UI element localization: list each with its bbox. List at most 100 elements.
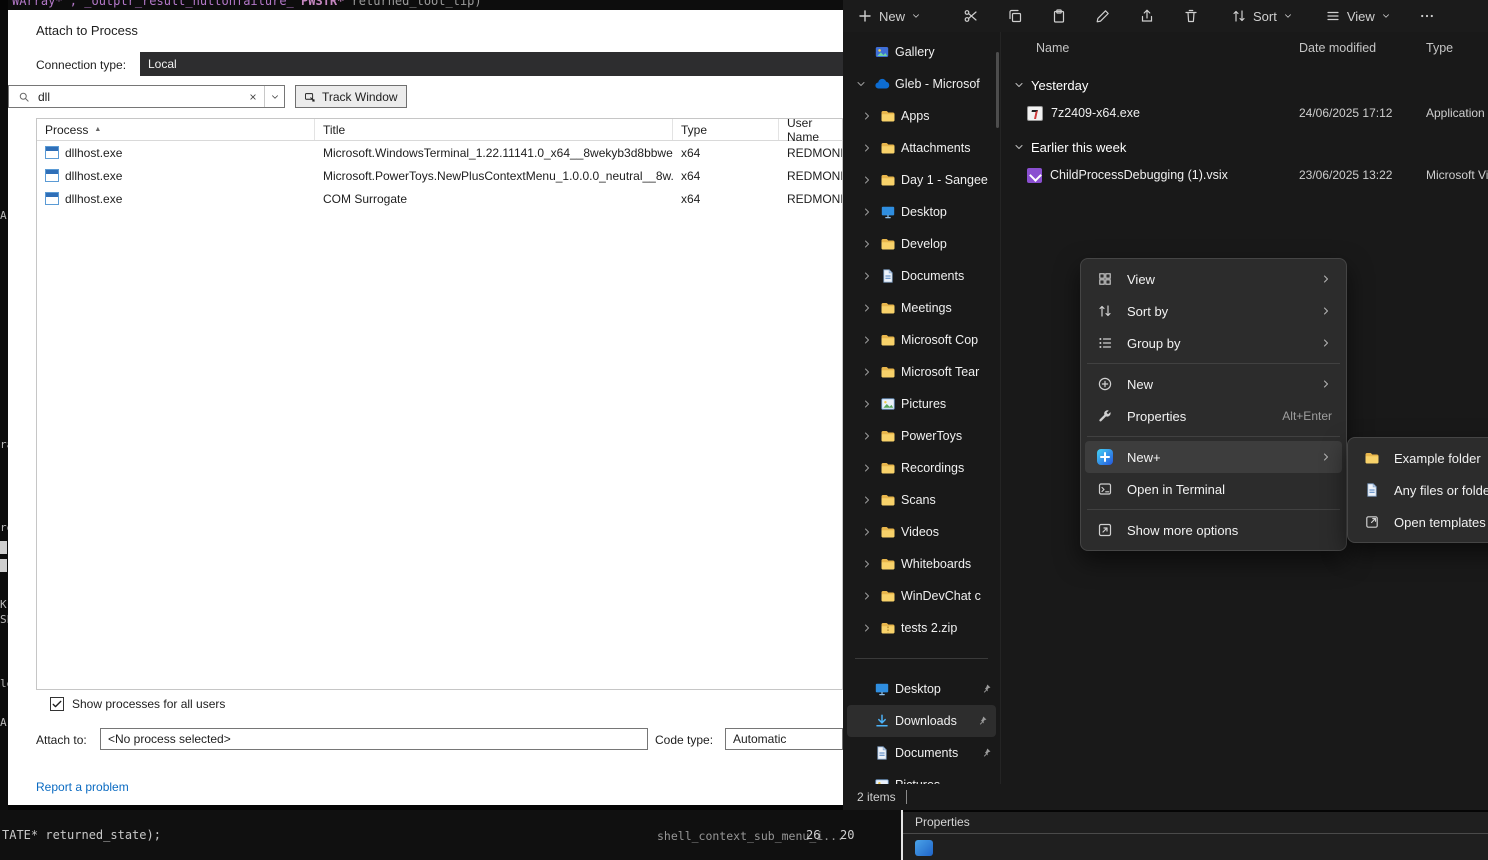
sidebar-item-desktop[interactable]: Desktop [843, 196, 1000, 228]
sidebar-item-recordings[interactable]: Recordings [843, 452, 1000, 484]
context-menu-item-properties[interactable]: Properties Alt+Enter [1085, 400, 1342, 432]
column-header-user-name[interactable]: User Name [779, 119, 842, 140]
chevron-right-icon[interactable] [861, 398, 875, 410]
code-fragment: ra [0, 438, 8, 451]
chevron-right-icon[interactable] [861, 206, 875, 218]
chevron-right-icon[interactable] [861, 142, 875, 154]
view-button[interactable]: View [1325, 8, 1391, 24]
sidebar-item-attachments[interactable]: Attachments [843, 132, 1000, 164]
chevron-right-icon[interactable] [861, 430, 875, 442]
column-header-process[interactable]: Process ▲ [37, 119, 315, 140]
chevron-right-icon[interactable] [861, 494, 875, 506]
track-window-button[interactable]: Track Window [295, 85, 407, 108]
sidebar-item-powertoys[interactable]: PowerToys [843, 420, 1000, 452]
chevron-down-icon[interactable] [1013, 79, 1025, 91]
connection-type-combobox[interactable]: Local [140, 52, 843, 76]
sidebar-item-day1[interactable]: Day 1 - Sangee [843, 164, 1000, 196]
new-button-label: New [879, 9, 905, 24]
submenu-item-any-files-or-folders[interactable]: Any files or folde [1352, 474, 1488, 506]
sidebar-item-microsoft-copilot[interactable]: Microsoft Cop [843, 324, 1000, 356]
column-header-date-modified[interactable]: Date modified [1299, 41, 1376, 55]
group-header-earlier-this-week[interactable]: Earlier this week [1001, 132, 1488, 162]
pin-icon [980, 683, 992, 695]
show-all-users-checkbox[interactable] [50, 697, 64, 711]
sidebar-item-apps[interactable]: Apps [843, 100, 1000, 132]
chevron-right-icon[interactable] [861, 558, 875, 570]
report-a-problem-link[interactable]: Report a problem [36, 780, 129, 794]
context-menu-item-new[interactable]: New [1085, 368, 1342, 400]
new-button[interactable]: New [857, 8, 935, 24]
chevron-right-icon[interactable] [861, 590, 875, 602]
filter-dropdown-icon[interactable] [264, 86, 284, 107]
sidebar-item-label: Attachments [901, 141, 1000, 155]
scrollbar[interactable] [996, 52, 999, 128]
chevron-right-icon[interactable] [861, 302, 875, 314]
table-row[interactable]: dllhost.exe Microsoft.WindowsTerminal_1.… [37, 141, 842, 164]
sidebar-item-scans[interactable]: Scans [843, 484, 1000, 516]
editor-highlight-block [0, 559, 7, 572]
sidebar-item-onedrive[interactable]: Gleb - Microsof [843, 68, 1000, 100]
file-row[interactable]: 7z2409-x64.exe 24/06/2025 17:12 Applicat… [1001, 100, 1488, 126]
chevron-right-icon[interactable] [861, 270, 875, 282]
chevron-right-icon[interactable] [861, 526, 875, 538]
attach-to-field[interactable]: <No process selected> [100, 728, 648, 750]
column-header-name[interactable]: Name [1036, 41, 1069, 55]
file-row[interactable]: ChildProcessDebugging (1).vsix 23/06/202… [1001, 162, 1488, 188]
column-header-title[interactable]: Title [315, 119, 673, 140]
document-icon [874, 745, 890, 761]
chevron-right-icon[interactable] [861, 334, 875, 346]
rename-button[interactable] [1095, 8, 1111, 24]
sidebar-item-desktop-pinned[interactable]: Desktop [843, 673, 1000, 705]
chevron-right-icon[interactable] [861, 622, 875, 634]
chevron-right-icon[interactable] [861, 110, 875, 122]
column-header-type[interactable]: Type [673, 119, 779, 140]
delete-button[interactable] [1183, 8, 1199, 24]
chevron-right-icon[interactable] [861, 462, 875, 474]
sidebar-item-pictures[interactable]: Pictures [843, 388, 1000, 420]
show-all-users-row[interactable]: Show processes for all users [50, 697, 225, 711]
paste-button[interactable] [1051, 8, 1067, 24]
sidebar-item-develop[interactable]: Develop [843, 228, 1000, 260]
context-menu-item-new-plus[interactable]: New+ [1085, 441, 1342, 473]
process-filter-input[interactable]: dll [8, 85, 285, 108]
sidebar-item-tests-zip[interactable]: tests 2.zip [843, 612, 1000, 644]
sidebar-item-gallery[interactable]: Gallery [843, 36, 1000, 68]
context-menu-item-sort-by[interactable]: Sort by [1085, 295, 1342, 327]
copy-button[interactable] [1007, 8, 1023, 24]
sidebar-item-downloads-pinned[interactable]: Downloads [847, 705, 996, 737]
table-row[interactable]: dllhost.exe COM Surrogate x64 REDMOND [37, 187, 842, 210]
chevron-right-icon[interactable] [861, 366, 875, 378]
column-header-type[interactable]: Type [1426, 41, 1453, 55]
folder-icon [880, 364, 896, 380]
sidebar-item-label: Day 1 - Sangee [901, 173, 1000, 187]
sidebar-item-microsoft-teams[interactable]: Microsoft Tear [843, 356, 1000, 388]
chevron-right-icon [1320, 305, 1332, 317]
clear-filter-icon[interactable] [242, 92, 264, 102]
dllhost-app-icon [45, 146, 59, 159]
table-row[interactable]: dllhost.exe Microsoft.PowerToys.NewPlusC… [37, 164, 842, 187]
submenu-item-open-templates[interactable]: Open templates [1352, 506, 1488, 538]
sidebar-item-pictures-pinned[interactable]: Pictures [843, 769, 1000, 784]
group-header-yesterday[interactable]: Yesterday [1001, 70, 1488, 100]
item-count: 2 items [857, 790, 896, 804]
chevron-down-icon[interactable] [855, 78, 869, 90]
code-type-combobox[interactable]: Automatic [725, 728, 843, 750]
chevron-right-icon[interactable] [861, 238, 875, 250]
context-menu-item-group-by[interactable]: Group by [1085, 327, 1342, 359]
submenu-item-example-folder[interactable]: Example folder [1352, 442, 1488, 474]
sidebar-item-documents[interactable]: Documents [843, 260, 1000, 292]
chevron-right-icon[interactable] [861, 174, 875, 186]
sidebar-item-documents-pinned[interactable]: Documents [843, 737, 1000, 769]
sidebar-item-windevchat[interactable]: WinDevChat c [843, 580, 1000, 612]
more-options-button[interactable] [1419, 8, 1435, 24]
sort-button[interactable]: Sort [1231, 8, 1293, 24]
sidebar-item-videos[interactable]: Videos [843, 516, 1000, 548]
share-button[interactable] [1139, 8, 1155, 24]
sidebar-item-whiteboards[interactable]: Whiteboards [843, 548, 1000, 580]
sidebar-item-meetings[interactable]: Meetings [843, 292, 1000, 324]
context-menu-item-show-more-options[interactable]: Show more options [1085, 514, 1342, 546]
cut-button[interactable] [963, 8, 979, 24]
chevron-down-icon[interactable] [1013, 141, 1025, 153]
context-menu-item-view[interactable]: View [1085, 263, 1342, 295]
context-menu-item-open-in-terminal[interactable]: Open in Terminal [1085, 473, 1342, 505]
